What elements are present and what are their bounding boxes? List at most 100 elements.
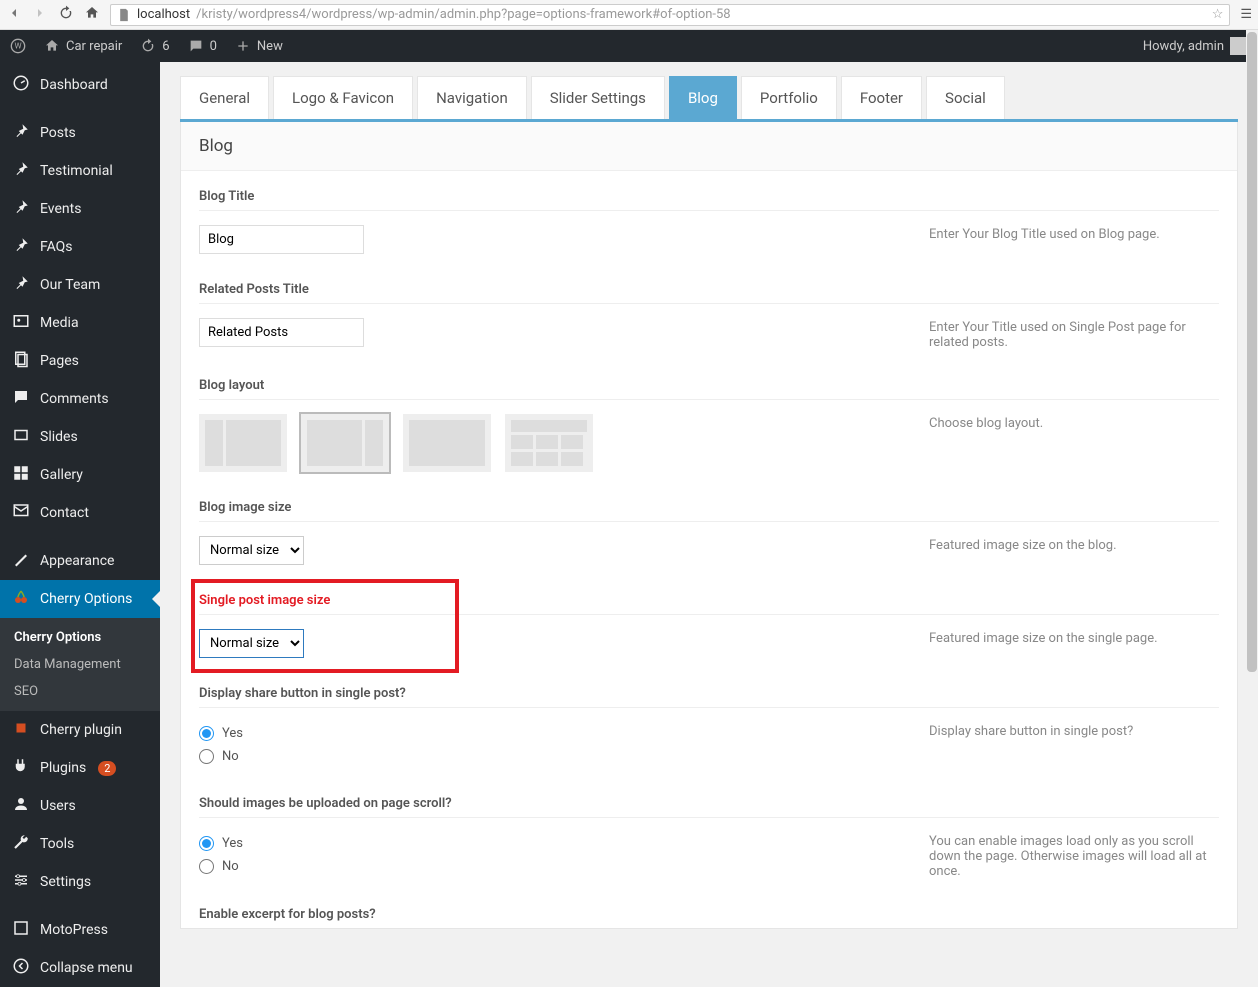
browser-menu-icon[interactable]: ☰ xyxy=(1240,7,1252,22)
contact-icon xyxy=(12,502,30,524)
tab-logo-favicon[interactable]: Logo & Favicon xyxy=(273,76,413,119)
sidebar-item-cherry-options[interactable]: Cherry Options xyxy=(0,580,160,618)
sidebar-item-label: Cherry plugin xyxy=(40,722,122,738)
sidebar-item-comments[interactable]: Comments xyxy=(0,380,160,418)
sidebar-item-media[interactable]: Media xyxy=(0,304,160,342)
page-scrollbar[interactable] xyxy=(1246,30,1258,987)
sidebar-item-events[interactable]: Events xyxy=(0,190,160,228)
howdy-label: Howdy, admin xyxy=(1143,39,1224,54)
howdy-link[interactable]: Howdy, admin xyxy=(1143,37,1248,55)
tab-social[interactable]: Social xyxy=(926,76,1005,119)
sidebar-item-tools[interactable]: Tools xyxy=(0,825,160,863)
tab-navigation[interactable]: Navigation xyxy=(417,76,527,119)
sidebar-item-label: Contact xyxy=(40,505,89,521)
sidebar-item-cherry-plugin[interactable]: Cherry plugin xyxy=(0,711,160,749)
sidebar-item-our-team[interactable]: Our Team xyxy=(0,266,160,304)
sidebar-item-dashboard[interactable]: Dashboard xyxy=(0,66,160,104)
sidebar-subitem[interactable]: Cherry Options xyxy=(0,624,160,651)
pages-icon xyxy=(12,350,30,372)
sidebar-item-label: MotoPress xyxy=(40,922,108,938)
updates-link[interactable]: 6 xyxy=(140,38,169,54)
tab-general[interactable]: General xyxy=(180,76,269,119)
sidebar-item-appearance[interactable]: Appearance xyxy=(0,542,160,580)
home-icon[interactable] xyxy=(84,5,100,25)
bookmark-star-icon[interactable]: ☆ xyxy=(1212,7,1224,22)
layout-choice-2[interactable] xyxy=(301,414,389,472)
back-icon[interactable] xyxy=(6,5,22,25)
collapse-icon xyxy=(12,957,30,979)
url-host: localhost xyxy=(137,7,190,22)
lazy-images-no[interactable]: No xyxy=(199,855,889,878)
single-post-image-size-heading: Single post image size xyxy=(199,583,1219,614)
pin-icon xyxy=(12,236,30,258)
url-bar[interactable]: localhost/kristy/wordpress4/wordpress/wp… xyxy=(110,4,1230,26)
sidebar-item-settings[interactable]: Settings xyxy=(0,863,160,901)
sidebar-item-label: Events xyxy=(40,201,81,217)
lazy-images-help: You can enable images load only as you s… xyxy=(929,832,1219,879)
sidebar-item-label: Slides xyxy=(40,429,78,445)
wp-logo-icon[interactable]: W xyxy=(10,38,26,54)
sidebar-item-collapse-menu[interactable]: Collapse menu xyxy=(0,949,160,987)
display-share-yes[interactable]: Yes xyxy=(199,722,889,745)
slides-icon xyxy=(12,426,30,448)
content-area: GeneralLogo & FaviconNavigationSlider Se… xyxy=(160,62,1258,987)
single-post-image-size-select[interactable]: Normal size xyxy=(199,629,304,658)
forward-icon[interactable] xyxy=(32,5,48,25)
layout-choice-4[interactable] xyxy=(505,414,593,472)
tab-blog[interactable]: Blog xyxy=(669,76,737,119)
pin-icon xyxy=(12,274,30,296)
pin-icon xyxy=(12,160,30,182)
sidebar-item-label: Posts xyxy=(40,125,76,141)
url-path: /kristy/wordpress4/wordpress/wp-admin/ad… xyxy=(196,7,730,22)
options-panel: Blog Blog Title Enter Your Blog Title us… xyxy=(180,122,1238,929)
comments-link[interactable]: 0 xyxy=(188,38,217,54)
layout-choice-3[interactable] xyxy=(403,414,491,472)
sidebar-item-faqs[interactable]: FAQs xyxy=(0,228,160,266)
settings-icon xyxy=(12,871,30,893)
pin-icon xyxy=(12,198,30,220)
sidebar-item-label: Collapse menu xyxy=(40,960,133,976)
sidebar-item-label: Our Team xyxy=(40,277,100,293)
sidebar-item-plugins[interactable]: Plugins2 xyxy=(0,749,160,787)
enable-excerpt-heading: Enable excerpt for blog posts? xyxy=(199,897,1219,928)
blog-image-size-heading: Blog image size xyxy=(199,490,1219,521)
sidebar-subitem[interactable]: SEO xyxy=(0,678,160,705)
wp-admin-bar: W Car repair 6 0 New Howdy, admin xyxy=(0,30,1258,62)
blog-title-heading: Blog Title xyxy=(199,179,1219,210)
reload-icon[interactable] xyxy=(58,5,74,25)
site-name-link[interactable]: Car repair xyxy=(44,38,122,54)
new-link[interactable]: New xyxy=(235,38,283,54)
sidebar-item-pages[interactable]: Pages xyxy=(0,342,160,380)
blog-layout-heading: Blog layout xyxy=(199,368,1219,399)
layout-choice-1[interactable] xyxy=(199,414,287,472)
comments-icon xyxy=(12,388,30,410)
display-share-no[interactable]: No xyxy=(199,745,889,768)
tab-slider-settings[interactable]: Slider Settings xyxy=(531,76,665,119)
update-badge: 2 xyxy=(98,761,116,776)
sidebar-item-testimonial[interactable]: Testimonial xyxy=(0,152,160,190)
lazy-images-heading: Should images be uploaded on page scroll… xyxy=(199,786,1219,817)
sidebar-item-users[interactable]: Users xyxy=(0,787,160,825)
tab-footer[interactable]: Footer xyxy=(841,76,922,119)
browser-toolbar: localhost/kristy/wordpress4/wordpress/wp… xyxy=(0,0,1258,30)
sidebar-item-slides[interactable]: Slides xyxy=(0,418,160,456)
site-name-label: Car repair xyxy=(66,39,122,54)
new-label: New xyxy=(257,39,283,54)
updates-count: 6 xyxy=(162,39,169,54)
lazy-images-yes[interactable]: Yes xyxy=(199,832,889,855)
sidebar-item-label: Comments xyxy=(40,391,109,407)
single-post-image-size-help: Featured image size on the single page. xyxy=(929,629,1219,658)
sidebar-item-gallery[interactable]: Gallery xyxy=(0,456,160,494)
sidebar-item-label: Settings xyxy=(40,874,91,890)
sidebar-item-posts[interactable]: Posts xyxy=(0,114,160,152)
tab-portfolio[interactable]: Portfolio xyxy=(741,76,837,119)
cherry-plugin-icon xyxy=(12,719,30,741)
sidebar-item-contact[interactable]: Contact xyxy=(0,494,160,532)
sidebar-item-motopress[interactable]: MotoPress xyxy=(0,911,160,949)
sidebar-item-label: FAQs xyxy=(40,239,73,255)
blog-image-size-select[interactable]: Normal size xyxy=(199,536,304,565)
blog-title-input[interactable] xyxy=(199,225,364,254)
display-share-heading: Display share button in single post? xyxy=(199,676,1219,707)
related-posts-input[interactable] xyxy=(199,318,364,347)
sidebar-subitem[interactable]: Data Management xyxy=(0,651,160,678)
